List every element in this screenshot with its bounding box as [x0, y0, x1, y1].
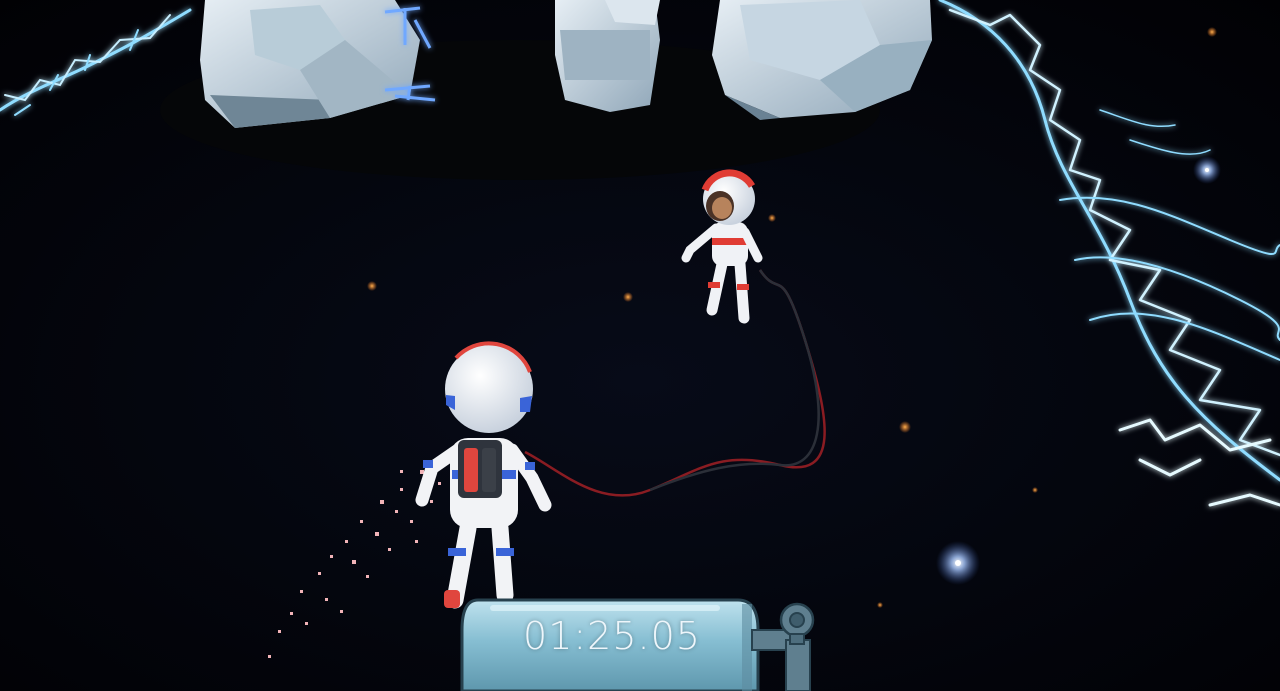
game-scene — [0, 0, 1280, 691]
timer-value: 01:25.05 — [523, 614, 701, 658]
oxygen-timer: 01:25.05 — [456, 596, 826, 691]
ice-rock-middle — [555, 0, 660, 112]
